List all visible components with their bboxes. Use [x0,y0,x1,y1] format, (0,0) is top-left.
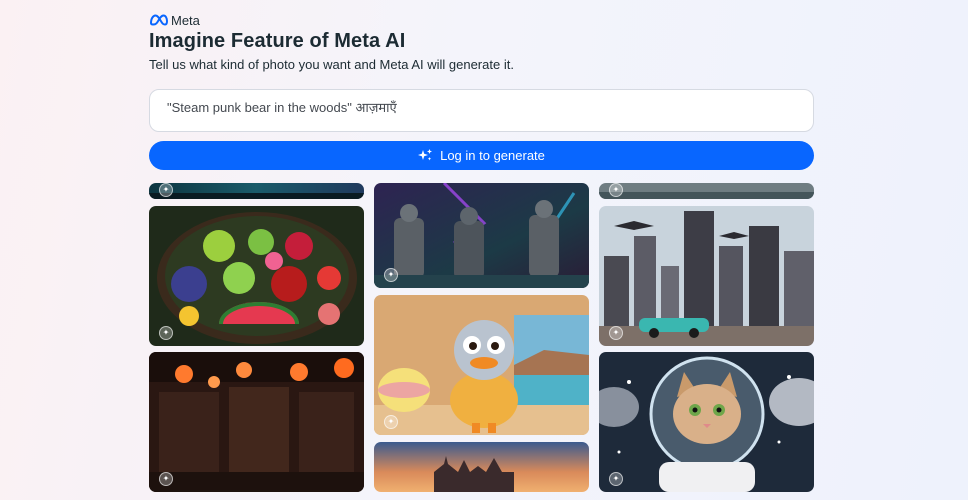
login-to-generate-button[interactable]: Log in to generate [149,141,814,170]
sparkle-icon: ✦ [384,415,398,429]
brand-name: Meta [171,12,200,28]
sparkle-icon: ✦ [159,472,173,486]
seascape-tile[interactable]: ✦ [599,183,814,199]
sparkle-icon [418,149,433,162]
sparkle-icon: ✦ [159,326,173,340]
page-title: Imagine Feature of Meta AI [149,30,406,52]
login-to-generate-label: Log in to generate [440,148,545,163]
aurora-landscape-image [149,183,364,199]
castle-sunset-tile[interactable] [374,442,589,492]
space-soldiers-image [374,183,589,288]
sparkle-icon: ✦ [609,326,623,340]
futuristic-city-image [599,206,814,346]
sparkle-icon: ✦ [159,183,173,197]
space-soldiers-tile[interactable]: ✦ [374,183,589,288]
fruit-bowl-image [149,206,364,346]
meta-logo-icon [149,14,168,26]
meta-brand: Meta [149,11,200,29]
lantern-courtyard-tile[interactable]: ✦ [149,352,364,492]
castle-sunset-image [374,442,589,492]
aurora-landscape-tile[interactable]: ✦ [149,183,364,199]
futuristic-city-tile[interactable]: ✦ [599,206,814,346]
prompt-suggestion-text: "Steam punk bear in the woods" आज़माएँ [167,100,397,115]
sparkle-icon: ✦ [384,268,398,282]
astronaut-cat-tile[interactable]: ✦ [599,352,814,492]
sparkle-icon: ✦ [609,183,623,197]
sparkle-icon: ✦ [609,472,623,486]
duck-character-tile[interactable]: ✦ [374,295,589,435]
prompt-input[interactable]: "Steam punk bear in the woods" आज़माएँ [149,89,814,132]
page-subtitle: Tell us what kind of photo you want and … [149,57,514,72]
fruit-bowl-tile[interactable]: ✦ [149,206,364,346]
duck-character-image [374,295,589,435]
lantern-courtyard-image [149,352,364,492]
astronaut-cat-image [599,352,814,492]
seascape-image [599,183,814,199]
